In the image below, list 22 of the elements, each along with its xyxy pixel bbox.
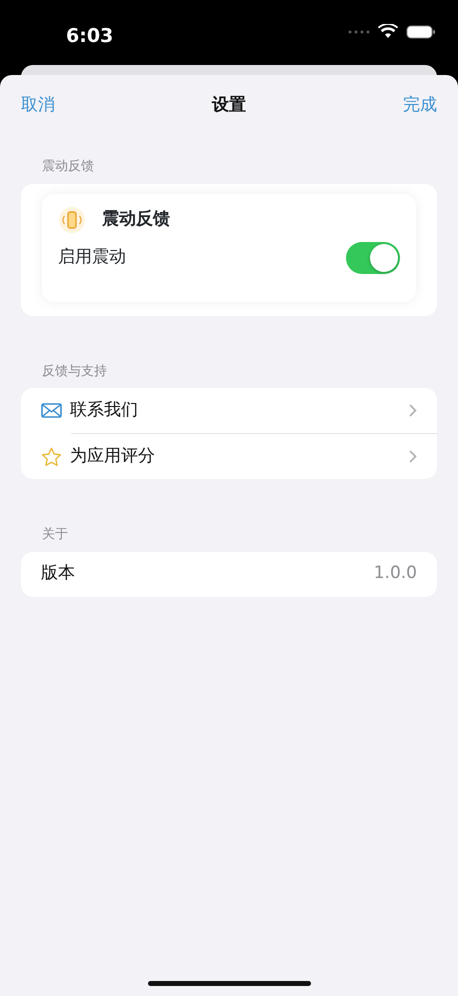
status-time: 6:03 <box>66 25 114 47</box>
battery-icon <box>406 24 436 38</box>
list-row[interactable]: 为应用评分 <box>21 434 437 479</box>
chevron-icon <box>409 450 417 463</box>
section-header: 反馈与支持 <box>41 362 108 380</box>
row-label: 联系我们 <box>70 398 139 422</box>
list-row[interactable]: 联系我们 <box>21 388 437 433</box>
vibrating-phone-icon <box>58 206 86 234</box>
signal-icon <box>348 30 370 34</box>
row-label: 为应用评分 <box>70 444 156 468</box>
card-title: 震动反馈 <box>102 208 170 231</box>
version-value: 1.0.0 <box>374 562 417 586</box>
chevron-icon <box>409 404 417 417</box>
section-header: 震动反馈 <box>41 158 95 176</box>
star-icon <box>41 446 62 466</box>
screen-title: 设置 <box>212 94 246 117</box>
toggle-label: 启用震动 <box>58 246 126 269</box>
envelope-icon <box>41 403 62 418</box>
section-header: 关于 <box>41 526 69 544</box>
wifi-icon <box>378 24 398 39</box>
row-label: 版本 <box>41 562 75 586</box>
toggle-switch[interactable] <box>346 242 400 274</box>
